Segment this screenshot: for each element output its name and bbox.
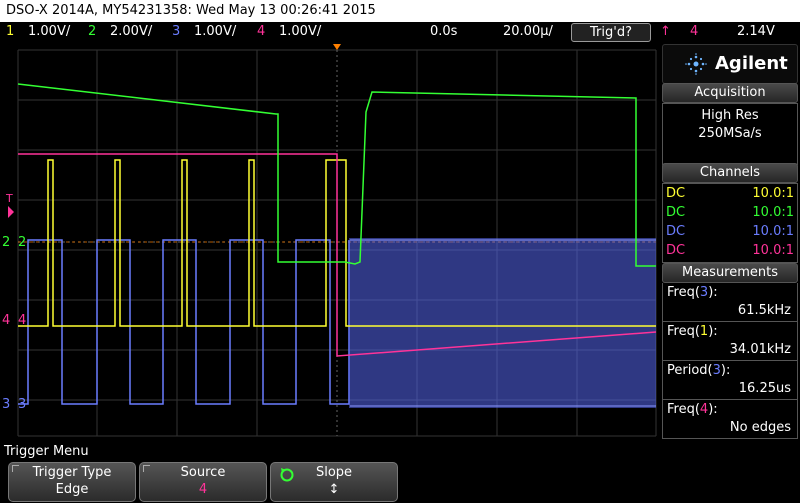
channel-probe-ratio: 10.0:1 (752, 186, 794, 201)
channel-probe-ratio: 10.0:1 (752, 205, 794, 220)
measurement-item[interactable]: Period(3): 16.25us (662, 361, 798, 400)
ch2-number[interactable]: 2 (88, 22, 96, 42)
channel-row: DC 10.0:1 (663, 241, 797, 260)
trigger-position-marker (333, 44, 341, 50)
source-softkey[interactable]: Source 4 (139, 462, 267, 502)
measurement-name: Freq (667, 324, 695, 339)
measurement-value: No edges (729, 420, 791, 435)
measurement-channel: 1 (699, 324, 709, 339)
trigger-source: 4 (690, 24, 699, 39)
measurement-item[interactable]: Freq(3): 61.5kHz (662, 283, 798, 322)
measurement-value: 16.25us (738, 381, 791, 396)
measurement-value: 34.01kHz (729, 342, 791, 357)
agilent-spark-icon (685, 53, 707, 75)
ch1-number[interactable]: 1 (6, 22, 14, 42)
ch4-scale[interactable]: 1.00V/ (279, 22, 321, 42)
acquisition-panel: High Res 250MSa/s (662, 103, 798, 165)
waveform-display[interactable]: 2 2 4 4 3 3 T (0, 42, 660, 440)
softkey-value: ↕ (328, 482, 340, 497)
measurement-item[interactable]: Freq(4): No edges (662, 400, 798, 439)
brand-logo: Agilent (662, 44, 798, 84)
side-panel: Agilent Acquisition High Res 250MSa/s Ch… (660, 42, 800, 440)
ch3-marker: 3 (2, 397, 10, 412)
ch3-marker-right: 3 (18, 397, 26, 412)
softkey-value: Edge (55, 482, 89, 497)
softkey-label: Trigger Type (32, 465, 112, 480)
ch2-marker-right: 2 (18, 235, 26, 250)
status-bar: 1 1.00V/ 2 2.00V/ 3 1.00V/ 4 1.00V/ 0.0s… (0, 22, 800, 42)
trigger-level[interactable]: 2.14V (737, 22, 775, 42)
menu-title: Trigger Menu (4, 444, 89, 459)
measurement-channel: 3 (699, 285, 709, 300)
trigger-status-badge: Trig'd? (571, 23, 651, 42)
trigger-level-marker: T (5, 192, 13, 205)
trigger-level-arrow (8, 206, 14, 218)
channel-row: DC 10.0:1 (663, 184, 797, 203)
acquisition-mode: High Res (701, 108, 759, 123)
acquisition-rate: 250MSa/s (698, 126, 762, 141)
slope-softkey[interactable]: Slope ↕ (270, 462, 398, 502)
measurements-header[interactable]: Measurements (662, 263, 798, 283)
channel-probe-ratio: 10.0:1 (752, 243, 794, 258)
ch3-trace (18, 239, 350, 405)
channels-panel: DC 10.0:1 DC 10.0:1 DC 10.0:1 DC 10.0:1 (662, 183, 798, 263)
channel-row: DC 10.0:1 (663, 222, 797, 241)
channel-row: DC 10.0:1 (663, 203, 797, 222)
ch3-number[interactable]: 3 (172, 22, 180, 42)
channel-coupling: DC (666, 243, 686, 258)
ch3-burst (349, 238, 656, 408)
ch4-marker-right: 4 (18, 313, 26, 328)
measurement-name: Period (667, 363, 708, 378)
channel-coupling: DC (666, 186, 686, 201)
measurement-value: 61.5kHz (737, 303, 791, 318)
brand-name: Agilent (715, 53, 788, 74)
channel-coupling: DC (666, 224, 686, 239)
trigger-edge-icon: ↑ (660, 24, 671, 39)
measurement-item[interactable]: Freq(1): 34.01kHz (662, 322, 798, 361)
measurement-channel: 3 (712, 363, 721, 378)
time-offset[interactable]: 0.0s (430, 22, 457, 42)
ch4-number[interactable]: 4 (257, 22, 265, 42)
ch1-scale[interactable]: 1.00V/ (28, 22, 70, 42)
softkey-label: Slope (315, 465, 353, 480)
measurement-name: Freq (667, 285, 695, 300)
ch3-scale[interactable]: 1.00V/ (194, 22, 236, 42)
trigger-type-softkey[interactable]: Trigger Type Edge (8, 462, 136, 502)
channel-probe-ratio: 10.0:1 (752, 224, 794, 239)
channel-coupling: DC (666, 205, 686, 220)
ch2-marker: 2 (2, 235, 10, 250)
measurement-name: Freq (667, 402, 695, 417)
softkey-menu: Trigger Menu Trigger Type Edge Source 4 … (0, 440, 800, 503)
window-title: DSO-X 2014A, MY54231358: Wed May 13 00:2… (0, 0, 800, 22)
channels-header[interactable]: Channels (662, 163, 798, 183)
acquisition-header[interactable]: Acquisition (662, 83, 798, 103)
softkey-value: 4 (198, 482, 208, 497)
ch4-marker: 4 (2, 313, 10, 328)
softkey-label: Source (180, 465, 226, 480)
timebase[interactable]: 20.00µ/ (503, 22, 553, 42)
ch2-scale[interactable]: 2.00V/ (110, 22, 152, 42)
measurement-channel: 4 (699, 402, 709, 417)
